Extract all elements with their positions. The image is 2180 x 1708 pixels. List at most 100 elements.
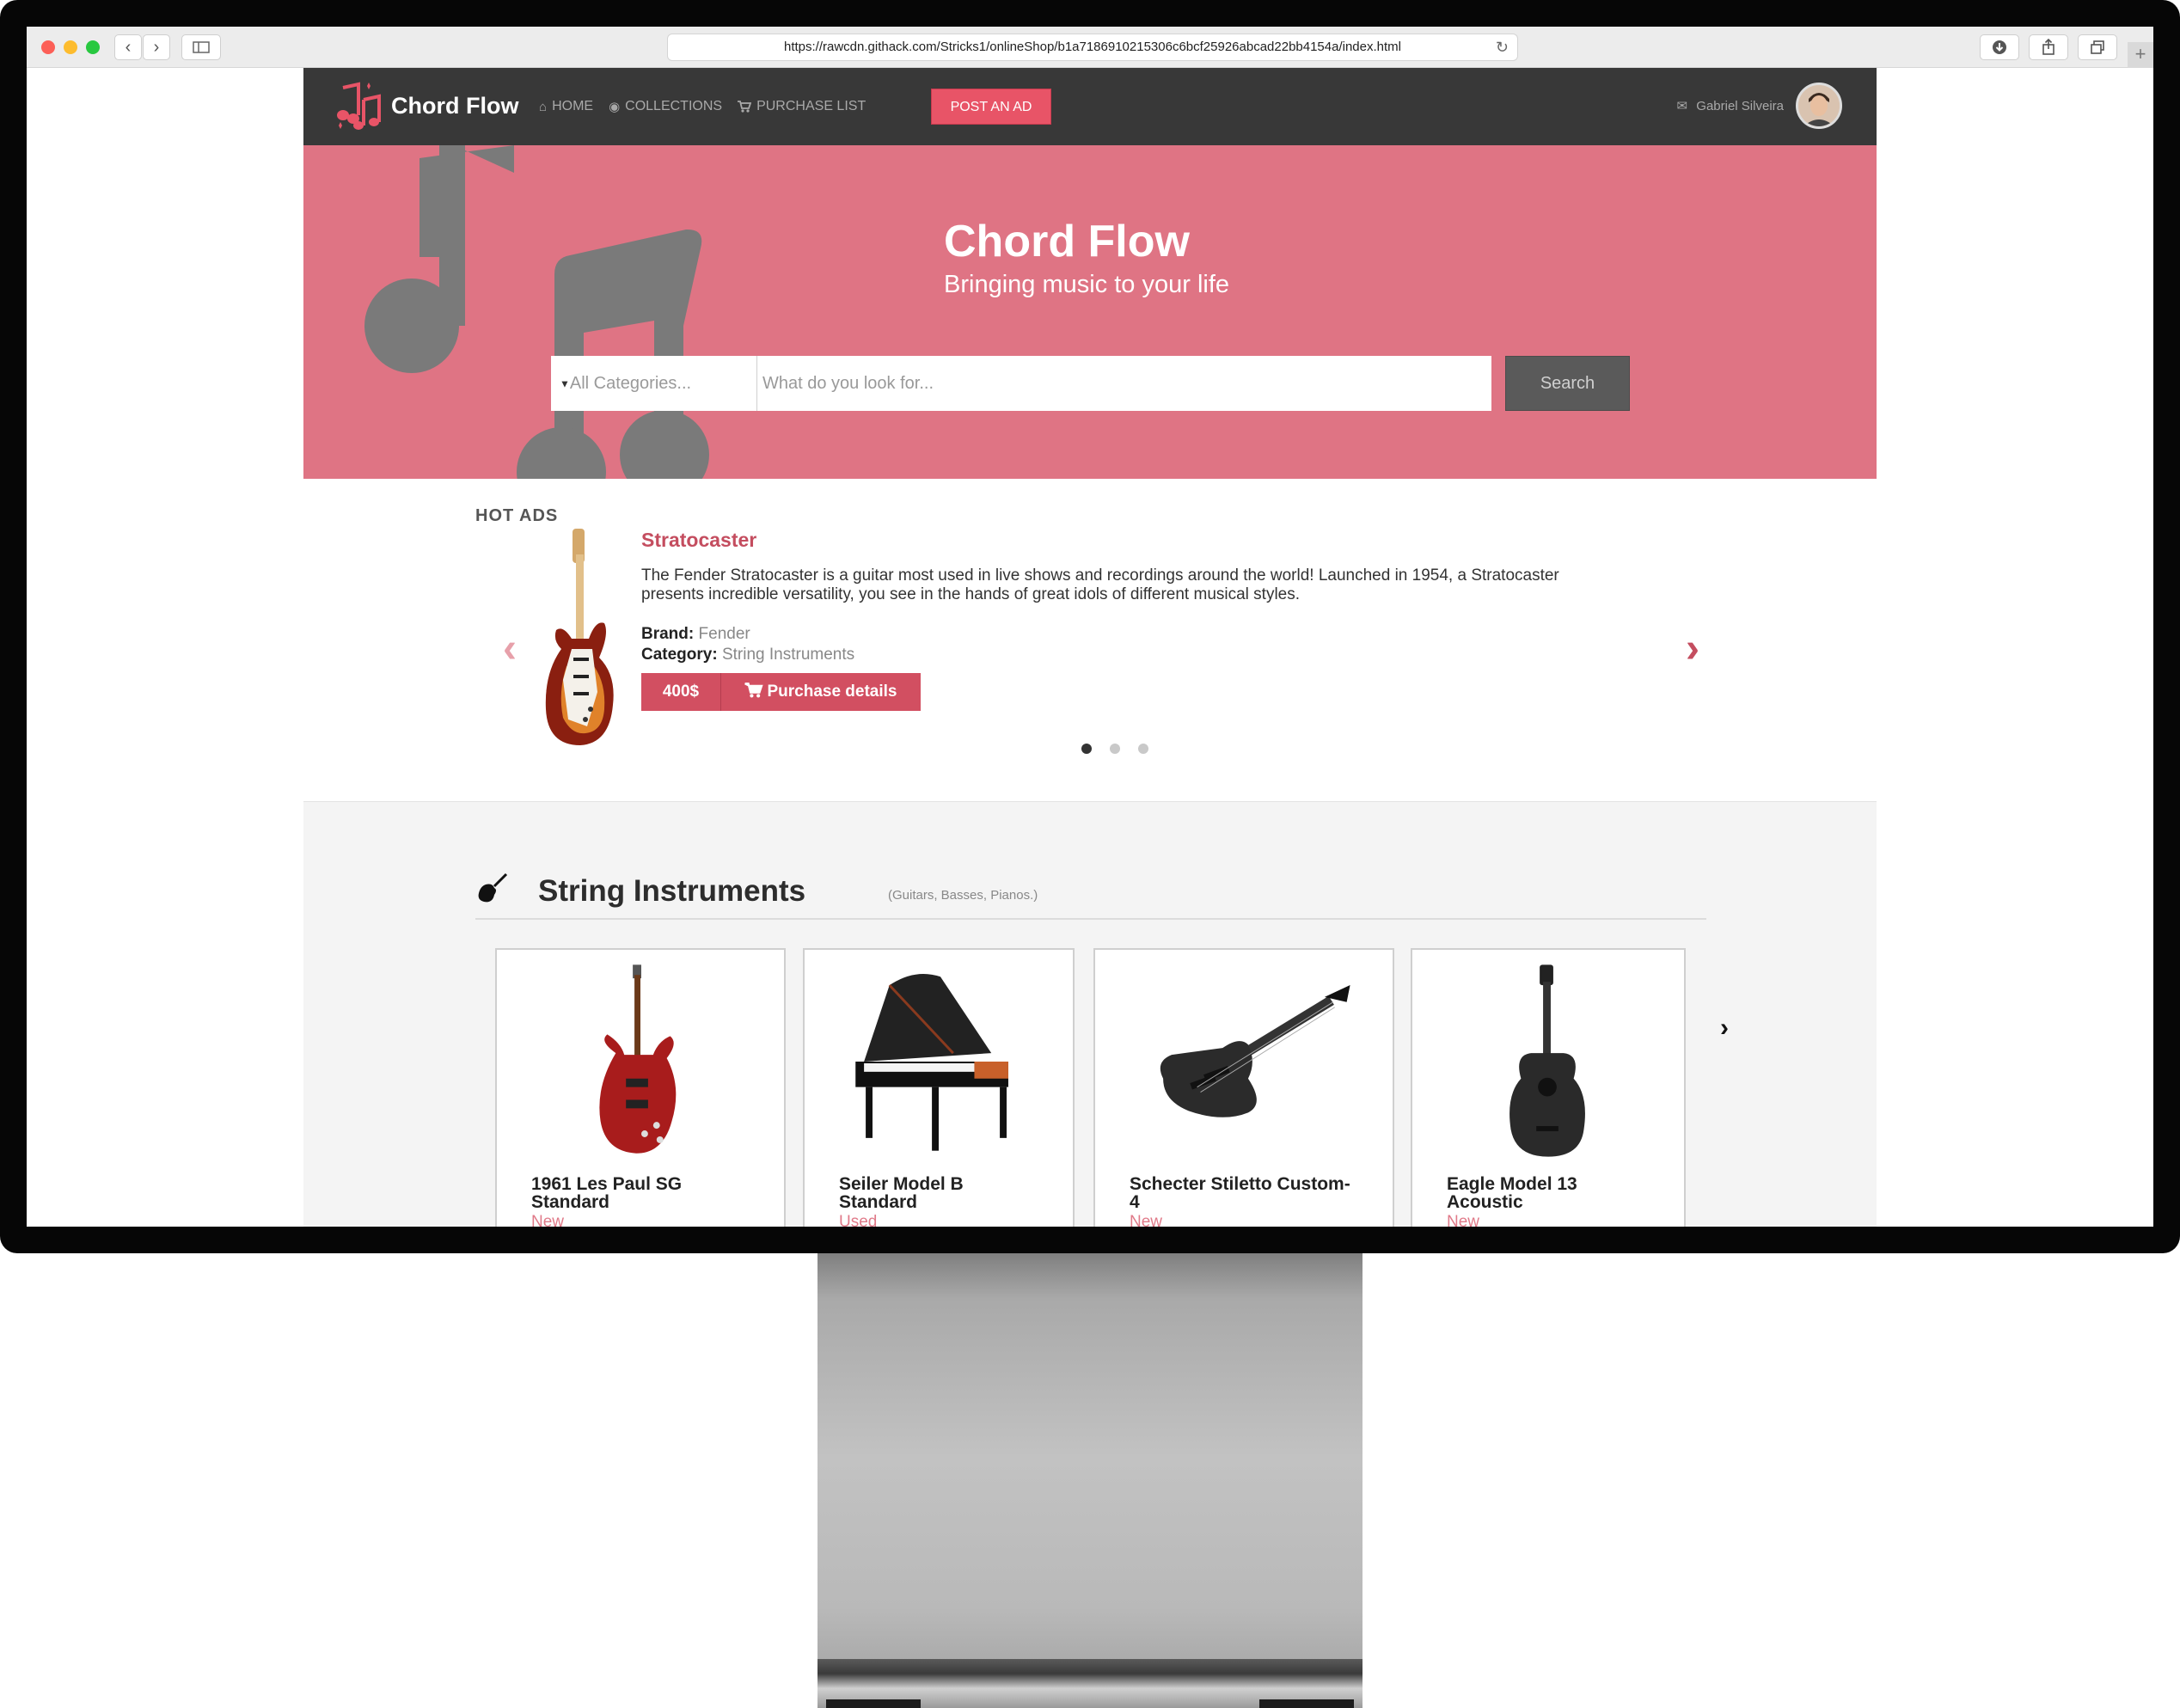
hero-title: Chord Flow <box>944 217 1190 266</box>
nav-links: ⌂ HOME ◉ COLLECTIONS PURCHASE LIST <box>539 68 881 145</box>
brand-name: Chord Flow <box>391 92 519 119</box>
ad-category: Category: String Instruments <box>641 646 854 664</box>
zoom-window-button[interactable] <box>86 40 100 54</box>
web-page: Chord Flow ⌂ HOME ◉ COLLECTIONS PURCHASE… <box>303 68 1877 1227</box>
stratocaster-guitar-image <box>545 529 614 745</box>
grand-piano-image <box>855 973 1008 1151</box>
product-name-line-2: Standard <box>839 1192 918 1212</box>
product-condition: New <box>1447 1213 1480 1227</box>
product-name: Eagle Model 13 Acoustic <box>1447 1175 1577 1211</box>
product-name-line-2: 4 <box>1130 1192 1140 1212</box>
hot-ads-carousel: HOT ADS ‹ Stratocaster The Fender Strato… <box>303 479 1877 802</box>
carousel-indicators <box>1081 744 1167 754</box>
hot-ads-label: HOT ADS <box>475 506 559 525</box>
minimize-window-button[interactable] <box>64 40 77 54</box>
url-text: https://rawcdn.githack.com/Stricks1/onli… <box>783 40 1401 54</box>
acoustic-guitar-image <box>1509 964 1585 1157</box>
carousel-dot-2[interactable] <box>1110 744 1120 754</box>
category-subtitle: (Guitars, Basses, Pianos.) <box>888 888 1038 903</box>
nav-link-purchase-list[interactable]: PURCHASE LIST <box>738 99 866 114</box>
nav-link-label: PURCHASE LIST <box>756 99 866 113</box>
ad-category-value: String Instruments <box>721 646 855 664</box>
close-window-button[interactable] <box>41 40 55 54</box>
product-name-line-1: Seiler Model B <box>839 1174 964 1194</box>
tabs-icon <box>2091 40 2104 54</box>
user-menu[interactable]: ✉ Gabriel Silveira <box>1677 83 1842 129</box>
sidebar-icon <box>193 41 210 53</box>
back-button[interactable]: ‹ <box>114 34 142 60</box>
address-bar[interactable]: https://rawcdn.githack.com/Stricks1/onli… <box>667 34 1518 61</box>
ad-brand: Brand: Fender <box>641 625 750 644</box>
nav-link-home[interactable]: ⌂ HOME <box>539 99 593 114</box>
carousel-next-button[interactable]: › <box>1686 625 1699 672</box>
hero-banner: Chord Flow Bringing music to your life ▼… <box>303 145 1877 479</box>
hero-subtitle: Bringing music to your life <box>944 271 1230 298</box>
purchase-details-button[interactable]: Purchase details <box>721 673 921 711</box>
product-card[interactable]: 1961 Les Paul SG Standard New <box>495 948 786 1227</box>
category-title: String Instruments <box>538 874 806 908</box>
product-condition: New <box>531 1213 565 1227</box>
browser-toolbar: ‹ › https://rawcdn.githack.com/Stricks1/… <box>27 27 2153 68</box>
category-select-placeholder: All Categories... <box>569 374 692 393</box>
divider <box>475 918 1706 920</box>
ad-brand-label: Brand: <box>641 625 695 643</box>
brand[interactable]: Chord Flow <box>334 80 518 132</box>
carousel-dot-3[interactable] <box>1138 744 1148 754</box>
carousel-dot-1[interactable] <box>1081 744 1092 754</box>
chevron-right-icon: › <box>1686 626 1699 671</box>
ad-category-label: Category: <box>641 646 718 664</box>
screen: ‹ › https://rawcdn.githack.com/Stricks1/… <box>27 27 2153 1227</box>
product-name-line-1: Schecter Stiletto Custom- <box>1130 1174 1350 1194</box>
new-tab-button[interactable]: + <box>2128 42 2153 68</box>
ad-description: The Fender Stratocaster is a guitar most… <box>641 566 1559 603</box>
purchase-details-label: Purchase details <box>767 683 897 701</box>
share-icon <box>2042 38 2054 55</box>
price-badge[interactable]: 400$ <box>641 673 721 711</box>
guitar-icon <box>478 872 508 903</box>
chevron-left-icon: ‹ <box>125 38 132 57</box>
avatar[interactable] <box>1796 83 1842 129</box>
monitor-bezel: ‹ › https://rawcdn.githack.com/Stricks1/… <box>0 0 2180 1253</box>
category-select[interactable]: ▼All Categories... <box>551 356 757 411</box>
downloads-button[interactable] <box>1980 34 2019 60</box>
monitor-stand-foot <box>818 1659 1362 1708</box>
ad-title[interactable]: Stratocaster <box>641 529 756 552</box>
music-notes-logo-icon <box>337 82 381 130</box>
products-next-button[interactable]: › <box>1720 1013 1729 1043</box>
les-paul-sg-image <box>599 964 677 1154</box>
product-name-line-2: Standard <box>531 1192 610 1212</box>
product-condition: New <box>1130 1213 1163 1227</box>
nav-link-collections[interactable]: ◉ COLLECTIONS <box>609 99 722 114</box>
forward-button[interactable]: › <box>143 34 170 60</box>
home-icon: ⌂ <box>539 99 548 114</box>
ad-brand-value: Fender <box>698 625 750 643</box>
chevron-right-icon: › <box>1720 1013 1729 1042</box>
product-name: Schecter Stiletto Custom- 4 <box>1130 1175 1350 1211</box>
plus-icon: + <box>2134 43 2146 64</box>
music-notes-background-icon <box>364 145 709 479</box>
sidebar-toggle-button[interactable] <box>181 34 221 60</box>
nav-link-label: COLLECTIONS <box>625 99 723 113</box>
carousel-prev-button[interactable]: ‹ <box>503 625 517 672</box>
product-card[interactable]: Seiler Model B Standard Used <box>803 948 1075 1227</box>
user-avatar-icon <box>1798 85 1840 126</box>
bass-guitar-image <box>1160 985 1350 1117</box>
download-icon <box>1993 40 2006 54</box>
search-button[interactable]: Search <box>1505 356 1630 411</box>
product-name-line-2: Acoustic <box>1447 1192 1523 1212</box>
product-card[interactable]: Schecter Stiletto Custom- 4 New <box>1093 948 1394 1227</box>
product-name-line-1: 1961 Les Paul SG <box>531 1174 683 1194</box>
navbar: Chord Flow ⌂ HOME ◉ COLLECTIONS PURCHASE… <box>303 68 1877 145</box>
tabs-overview-button[interactable] <box>2078 34 2117 60</box>
cart-icon <box>738 101 752 113</box>
search-input[interactable] <box>757 356 1491 411</box>
caret-down-icon: ▼ <box>560 377 570 390</box>
chevron-left-icon: ‹ <box>503 626 517 671</box>
post-ad-button[interactable]: POST AN AD <box>931 89 1051 125</box>
string-instruments-section: String Instruments (Guitars, Basses, Pia… <box>303 802 1877 1227</box>
product-card[interactable]: Eagle Model 13 Acoustic New <box>1411 948 1686 1227</box>
share-button[interactable] <box>2029 34 2068 60</box>
product-name-line-1: Eagle Model 13 <box>1447 1174 1577 1194</box>
reload-icon[interactable]: ↻ <box>1496 34 1509 60</box>
cart-icon <box>744 683 764 698</box>
